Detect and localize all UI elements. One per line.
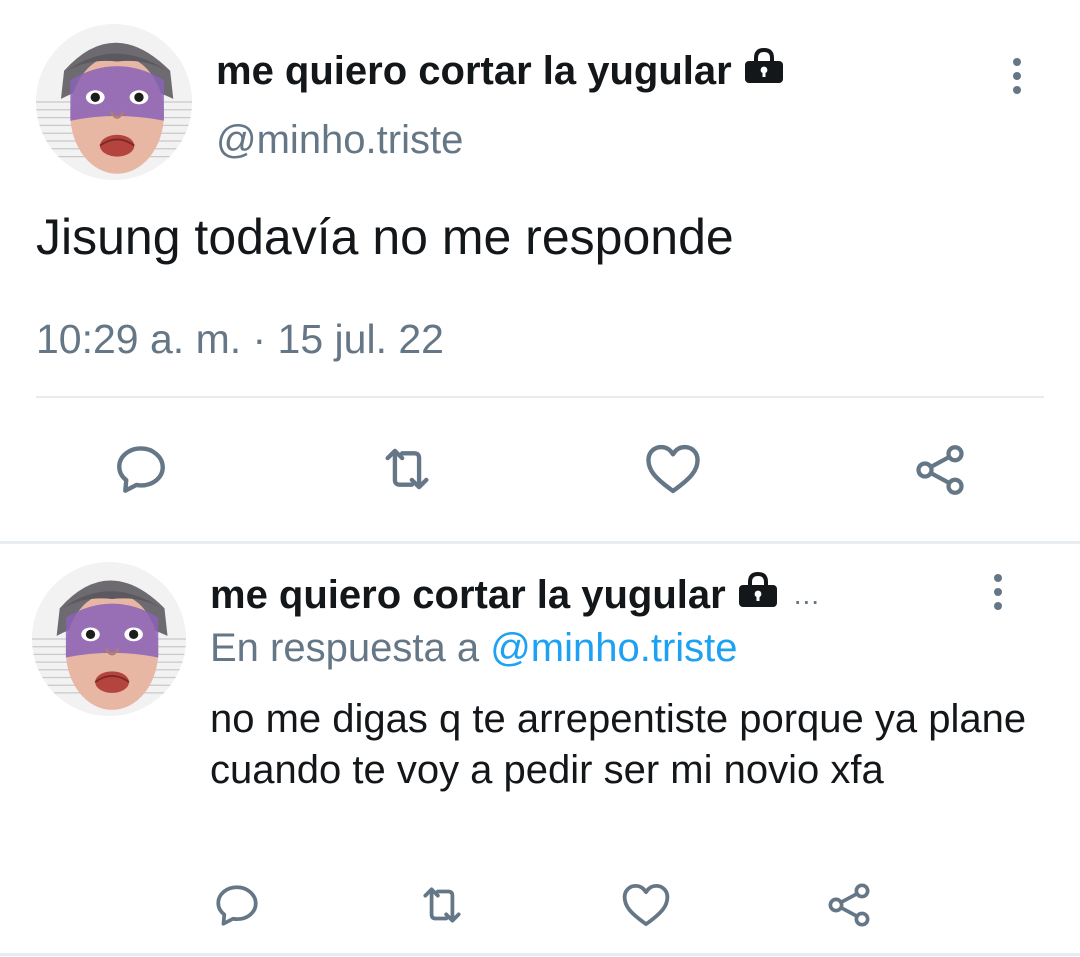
reply-icon	[216, 885, 258, 926]
lock-icon	[736, 571, 780, 618]
reply-text: no me digas q te arrepentiste porque ya …	[210, 697, 1027, 792]
reply-author-name-text: me quiero cortar la yugular	[210, 572, 726, 617]
author-name-text: me quiero cortar la yugular	[216, 48, 732, 93]
reply-prefix: En respuesta a	[210, 626, 480, 670]
reply-button[interactable]	[110, 438, 172, 500]
reply-author-name[interactable]: me quiero cortar la yugular ...	[210, 570, 820, 620]
share-button[interactable]	[908, 438, 972, 502]
share-button[interactable]	[822, 878, 876, 932]
like-icon	[646, 444, 700, 494]
more-options-icon[interactable]	[992, 574, 1004, 610]
author-name[interactable]: me quiero cortar la yugular	[216, 46, 786, 96]
section-divider	[0, 541, 1080, 544]
tweet-timestamp[interactable]: 10:29 a. m. · 15 jul. 22	[36, 316, 444, 363]
like-button[interactable]	[640, 436, 706, 502]
avatar[interactable]	[36, 24, 192, 180]
avatar[interactable]	[32, 562, 186, 716]
reply-context: En respuesta a @minho.triste	[210, 626, 738, 671]
like-icon	[622, 883, 670, 927]
author-handle[interactable]: @minho.triste	[216, 118, 463, 163]
tweet-text: Jisung todavía no me responde	[36, 209, 734, 265]
more-options-icon[interactable]	[1011, 58, 1023, 94]
section-divider	[0, 953, 1080, 956]
retweet-button[interactable]	[372, 438, 442, 500]
name-truncation: ...	[793, 579, 821, 610]
share-icon	[828, 883, 870, 927]
share-icon	[916, 445, 964, 495]
retweet-button[interactable]	[412, 878, 472, 932]
retweet-icon	[423, 887, 461, 923]
lock-icon	[742, 47, 786, 94]
reply-icon	[117, 446, 165, 493]
like-button[interactable]	[618, 877, 674, 933]
divider	[36, 396, 1044, 398]
reply-button[interactable]	[210, 878, 264, 932]
retweet-icon	[385, 448, 429, 490]
reply-mention-link[interactable]: @minho.triste	[490, 626, 737, 670]
